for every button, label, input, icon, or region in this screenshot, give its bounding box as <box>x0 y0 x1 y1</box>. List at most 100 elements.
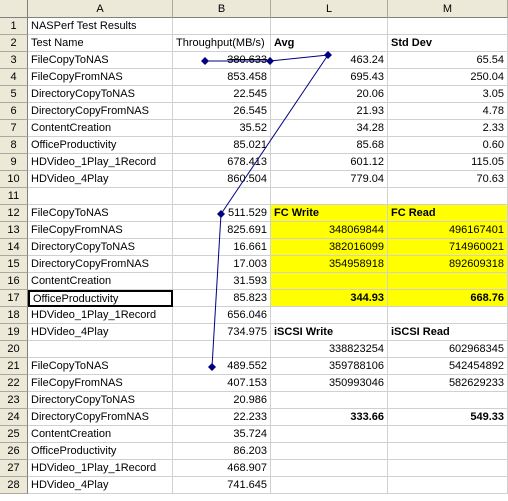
cell-A27[interactable]: HDVideo_1Play_1Record <box>28 460 173 477</box>
cell-M13[interactable]: 496167401 <box>388 222 508 239</box>
cell-B1[interactable] <box>173 18 271 35</box>
cell-M22[interactable]: 582629233 <box>388 375 508 392</box>
cell-B25[interactable]: 35.724 <box>173 426 271 443</box>
cell-A21[interactable]: FileCopyToNAS <box>28 358 173 375</box>
row-header[interactable]: 10 <box>0 171 28 188</box>
cell-B21[interactable]: 489.552 <box>173 358 271 375</box>
cell-B12[interactable]: 511.529 <box>173 205 271 222</box>
row-header[interactable]: 11 <box>0 188 28 205</box>
cell-M21[interactable]: 542454892 <box>388 358 508 375</box>
row-header[interactable]: 25 <box>0 426 28 443</box>
cell-A8[interactable]: OfficeProductivity <box>28 137 173 154</box>
cell-A26[interactable]: OfficeProductivity <box>28 443 173 460</box>
cell-A14[interactable]: DirectoryCopyToNAS <box>28 239 173 256</box>
cell-L8[interactable]: 85.68 <box>271 137 388 154</box>
cell-B6[interactable]: 26.545 <box>173 103 271 120</box>
cell-L12[interactable]: FC Write <box>271 205 388 222</box>
cell-L26[interactable] <box>271 443 388 460</box>
row-header[interactable]: 26 <box>0 443 28 460</box>
cell-B3[interactable]: 380.633 <box>173 52 271 69</box>
row-header[interactable]: 14 <box>0 239 28 256</box>
cell-L23[interactable] <box>271 392 388 409</box>
cell-A10[interactable]: HDVideo_4Play <box>28 171 173 188</box>
cell-A28[interactable]: HDVideo_4Play <box>28 477 173 494</box>
cell-B2[interactable]: Throughput(MB/s) <box>173 35 271 52</box>
row-header[interactable]: 7 <box>0 120 28 137</box>
cell-B14[interactable]: 16.661 <box>173 239 271 256</box>
cell-M19[interactable]: iSCSI Read <box>388 324 508 341</box>
cell-A9[interactable]: HDVideo_1Play_1Record <box>28 154 173 171</box>
row-header[interactable]: 12 <box>0 205 28 222</box>
cell-L24[interactable]: 333.66 <box>271 409 388 426</box>
cell-A17[interactable]: OfficeProductivity <box>28 290 173 307</box>
cell-B4[interactable]: 853.458 <box>173 69 271 86</box>
cell-L14[interactable]: 382016099 <box>271 239 388 256</box>
cell-L18[interactable] <box>271 307 388 324</box>
col-header-L[interactable]: L <box>271 0 388 18</box>
cell-L7[interactable]: 34.28 <box>271 120 388 137</box>
cell-M7[interactable]: 2.33 <box>388 120 508 137</box>
row-header[interactable]: 8 <box>0 137 28 154</box>
cell-B28[interactable]: 741.645 <box>173 477 271 494</box>
row-header[interactable]: 24 <box>0 409 28 426</box>
cell-M10[interactable]: 70.63 <box>388 171 508 188</box>
cell-L16[interactable] <box>271 273 388 290</box>
cell-A18[interactable]: HDVideo_1Play_1Record <box>28 307 173 324</box>
cell-M6[interactable]: 4.78 <box>388 103 508 120</box>
cell-B9[interactable]: 678.413 <box>173 154 271 171</box>
cell-A4[interactable]: FileCopyFromNAS <box>28 69 173 86</box>
row-header[interactable]: 22 <box>0 375 28 392</box>
row-header[interactable]: 18 <box>0 307 28 324</box>
row-header[interactable]: 4 <box>0 69 28 86</box>
cell-M11[interactable] <box>388 188 508 205</box>
cell-A25[interactable]: ContentCreation <box>28 426 173 443</box>
row-header[interactable]: 20 <box>0 341 28 358</box>
cell-L27[interactable] <box>271 460 388 477</box>
cell-L2[interactable]: Avg <box>271 35 388 52</box>
cell-M15[interactable]: 892609318 <box>388 256 508 273</box>
cell-L6[interactable]: 21.93 <box>271 103 388 120</box>
cell-A12[interactable]: FileCopyToNAS <box>28 205 173 222</box>
cell-L9[interactable]: 601.12 <box>271 154 388 171</box>
row-header[interactable]: 5 <box>0 86 28 103</box>
cell-B10[interactable]: 860.504 <box>173 171 271 188</box>
cell-A2[interactable]: Test Name <box>28 35 173 52</box>
cell-M12[interactable]: FC Read <box>388 205 508 222</box>
col-header-M[interactable]: M <box>388 0 508 18</box>
cell-M1[interactable] <box>388 18 508 35</box>
row-header[interactable]: 6 <box>0 103 28 120</box>
cell-M2[interactable]: Std Dev <box>388 35 508 52</box>
row-header[interactable]: 27 <box>0 460 28 477</box>
cell-A22[interactable]: FileCopyFromNAS <box>28 375 173 392</box>
cell-B22[interactable]: 407.153 <box>173 375 271 392</box>
cell-L3[interactable]: 463.24 <box>271 52 388 69</box>
cell-L28[interactable] <box>271 477 388 494</box>
cell-M23[interactable] <box>388 392 508 409</box>
cell-B13[interactable]: 825.691 <box>173 222 271 239</box>
row-header[interactable]: 15 <box>0 256 28 273</box>
cell-A7[interactable]: ContentCreation <box>28 120 173 137</box>
cell-L11[interactable] <box>271 188 388 205</box>
cell-L1[interactable] <box>271 18 388 35</box>
row-header[interactable]: 9 <box>0 154 28 171</box>
row-header[interactable]: 13 <box>0 222 28 239</box>
row-header[interactable]: 28 <box>0 477 28 494</box>
cell-A6[interactable]: DirectoryCopyFromNAS <box>28 103 173 120</box>
cell-B8[interactable]: 85.021 <box>173 137 271 154</box>
cell-B11[interactable] <box>173 188 271 205</box>
cell-M5[interactable]: 3.05 <box>388 86 508 103</box>
cell-B17[interactable]: 85.823 <box>173 290 271 307</box>
cell-M28[interactable] <box>388 477 508 494</box>
cell-L21[interactable]: 359788106 <box>271 358 388 375</box>
cell-B5[interactable]: 22.545 <box>173 86 271 103</box>
cell-A11[interactable] <box>28 188 173 205</box>
cell-B23[interactable]: 20.986 <box>173 392 271 409</box>
cell-A15[interactable]: DirectoryCopyFromNAS <box>28 256 173 273</box>
cell-L15[interactable]: 354958918 <box>271 256 388 273</box>
cell-M24[interactable]: 549.33 <box>388 409 508 426</box>
cell-A19[interactable]: HDVideo_4Play <box>28 324 173 341</box>
cell-M17[interactable]: 668.76 <box>388 290 508 307</box>
cell-M14[interactable]: 714960021 <box>388 239 508 256</box>
cell-L17[interactable]: 344.93 <box>271 290 388 307</box>
row-header[interactable]: 3 <box>0 52 28 69</box>
